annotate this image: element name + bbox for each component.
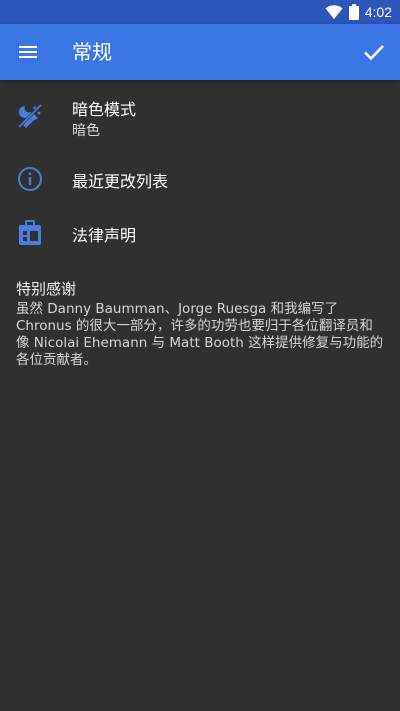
special-thanks-section: 特别感谢 虽然 Danny Baumman、Jorge Ruesga 和我编写了… — [16, 278, 386, 369]
info-icon — [18, 167, 42, 191]
hamburger-menu-icon[interactable] — [16, 40, 40, 64]
check-icon[interactable] — [360, 38, 388, 66]
setting-title: 暗色模式 — [72, 100, 137, 119]
setting-item-dark-mode[interactable]: 暗色模式 暗色 — [0, 80, 400, 152]
dark-mode-icon — [17, 103, 43, 129]
page-title: 常规 — [72, 40, 112, 64]
setting-subtitle: 暗色 — [72, 123, 100, 139]
legal-icon — [19, 220, 41, 245]
special-thanks-body: 虽然 Danny Baumman、Jorge Ruesga 和我编写了 Chro… — [16, 301, 384, 368]
app-bar: 常规 — [0, 24, 400, 80]
battery-icon — [348, 4, 359, 20]
status-icons: 4:02 — [325, 0, 392, 24]
setting-item-legal[interactable]: 法律声明 — [0, 206, 400, 260]
status-bar: 4:02 — [0, 0, 400, 24]
setting-title: 最近更改列表 — [72, 172, 169, 191]
wifi-icon — [325, 5, 343, 19]
special-thanks-title: 特别感谢 — [16, 280, 77, 298]
settings-list: 暗色模式 暗色 最近更改列表 法律声明 — [0, 80, 400, 260]
status-time: 4:02 — [364, 4, 392, 20]
setting-item-changelog[interactable]: 最近更改列表 — [0, 152, 400, 206]
setting-title: 法律声明 — [72, 226, 137, 245]
